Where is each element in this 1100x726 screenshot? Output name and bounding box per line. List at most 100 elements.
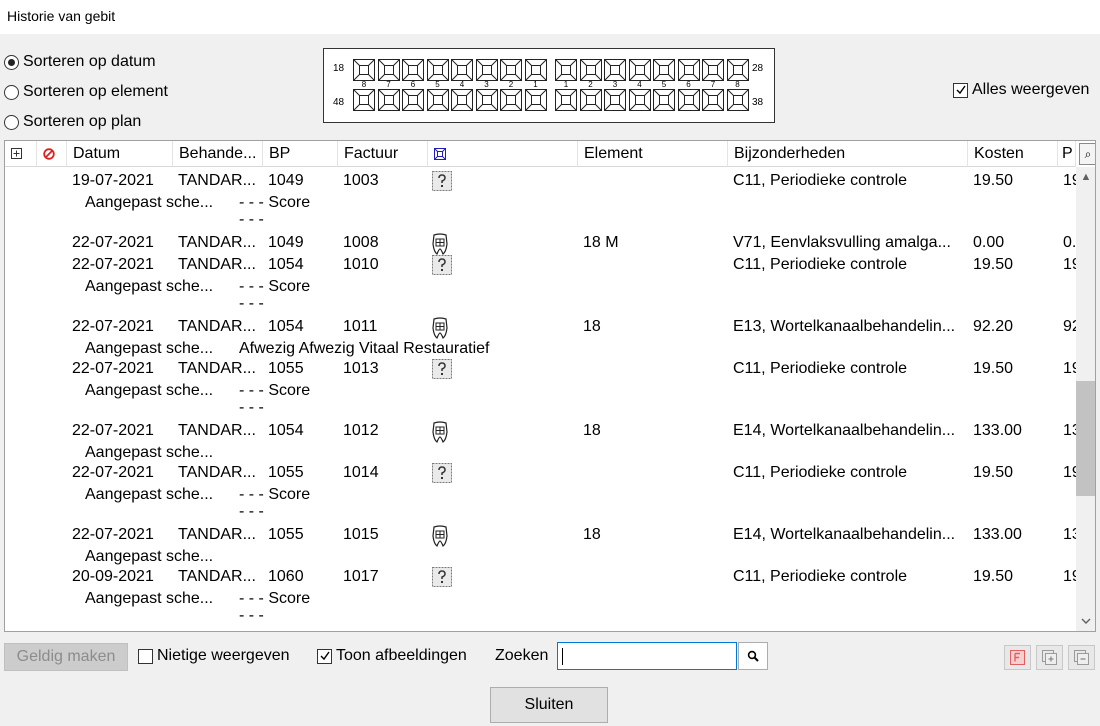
radio-button[interactable]: [4, 84, 19, 100]
tooth-icon[interactable]: [402, 89, 424, 111]
tooth-icon[interactable]: [500, 59, 522, 81]
tooth-icon[interactable]: [579, 89, 602, 111]
cell-status: - - - Score: [239, 382, 311, 399]
cell-status-extra: - - -: [239, 211, 264, 228]
tooth-icon[interactable]: [579, 59, 602, 81]
cell-kosten: 133.00: [973, 526, 1022, 543]
nietige-weergeven-checkbox[interactable]: Nietige weergeven: [138, 647, 290, 665]
tooth-icon[interactable]: [475, 89, 498, 111]
cell-element: 18 M: [583, 234, 619, 251]
sluiten-button[interactable]: Sluiten: [490, 687, 608, 723]
tooth-icon[interactable]: [555, 59, 577, 81]
history-table[interactable]: Datum Behande... BP Factuur Element Bijz…: [4, 140, 1096, 632]
tooth-icon[interactable]: [353, 89, 375, 111]
geldig-maken-button[interactable]: Geldig maken: [4, 643, 128, 671]
alles-weergeven-checkbox[interactable]: Alles weergeven: [953, 81, 1089, 99]
scroll-up-arrow-icon[interactable]: ▲: [1076, 167, 1095, 187]
cell-behandelaar: TANDAR...: [178, 172, 256, 189]
tooth-icon[interactable]: [475, 59, 498, 81]
cell-behandelaar: TANDAR...: [178, 234, 256, 251]
tooth-icon[interactable]: [431, 525, 449, 552]
tooth-icon[interactable]: [677, 89, 700, 111]
tooth-icon[interactable]: [451, 89, 473, 111]
cell-factuur: 1012: [343, 422, 379, 439]
tooth-icon[interactable]: [524, 89, 547, 111]
question-mark-icon[interactable]: [432, 463, 452, 488]
tooth-icon[interactable]: [653, 89, 675, 111]
tooth-icon[interactable]: [604, 89, 626, 111]
tooth-icon[interactable]: [377, 89, 400, 111]
table-header: Datum Behande... BP Factuur Element Bijz…: [5, 141, 1076, 167]
tooth-icon[interactable]: [702, 59, 724, 81]
tooth-number: 3: [484, 80, 489, 89]
toon-afbeeldingen-checkbox[interactable]: Toon afbeeldingen: [317, 647, 467, 665]
cell-status-extra: - - -: [239, 399, 264, 416]
tooth-icon[interactable]: [628, 59, 651, 81]
tooth-icon[interactable]: [353, 59, 375, 81]
question-mark-icon[interactable]: [432, 171, 452, 196]
tooth-icon[interactable]: [500, 89, 522, 111]
tooth-icon[interactable]: [451, 59, 473, 81]
cell-bp: 1055: [268, 526, 304, 543]
column-header-factuur[interactable]: Factuur: [338, 141, 428, 167]
question-mark-icon[interactable]: [432, 359, 452, 384]
column-header-behandelaar[interactable]: Behande...: [173, 141, 263, 167]
question-mark-icon[interactable]: [432, 255, 452, 280]
checkbox[interactable]: [317, 648, 332, 664]
column-header-afbeelding[interactable]: [428, 141, 578, 167]
checkbox[interactable]: [138, 648, 153, 664]
dental-chart[interactable]: 18 28 48 38 8 7 6 5 4 3 2 1 1 2 3 4 5 6 7 8: [323, 48, 775, 123]
cell-factuur: 1008: [343, 234, 379, 251]
cell-behandelplan: Aangepast sche...: [85, 340, 214, 357]
cell-status-extra: - - -: [239, 607, 264, 624]
search-button[interactable]: [738, 642, 768, 670]
cell-status: Afwezig Afwezig Vitaal Restauratief: [239, 340, 490, 357]
expand-icon[interactable]: [11, 148, 22, 159]
column-header-kosten[interactable]: Kosten: [968, 141, 1058, 167]
radio-button[interactable]: [4, 54, 19, 70]
cell-kosten: 0.00: [973, 234, 1005, 251]
column-header-p[interactable]: P: [1058, 141, 1076, 167]
sort-by-element-option[interactable]: Sorteren op element: [4, 81, 168, 103]
remove-item-button[interactable]: [1068, 645, 1095, 670]
tooth-icon[interactable]: [653, 59, 675, 81]
tooth-icon[interactable]: [377, 59, 400, 81]
tooth-icon[interactable]: [426, 89, 449, 111]
tooth-number: 1: [533, 80, 538, 89]
sort-by-date-option[interactable]: Sorteren op datum: [4, 51, 156, 73]
question-mark-icon[interactable]: [432, 567, 452, 592]
tooth-icon[interactable]: [702, 89, 724, 111]
tooth-number: 2: [588, 80, 593, 89]
invalid-column-header[interactable]: [37, 141, 67, 167]
scrollbar-thumb[interactable]: [1076, 381, 1095, 496]
add-item-button[interactable]: [1036, 645, 1063, 670]
tooth-icon[interactable]: [604, 59, 626, 81]
column-header-bp[interactable]: BP: [263, 141, 338, 167]
tooth-icon[interactable]: [628, 89, 651, 111]
tooth-icon[interactable]: [402, 59, 424, 81]
cell-kosten: 19.50: [973, 464, 1014, 481]
tooth-icon[interactable]: [426, 59, 449, 81]
tooth-icon[interactable]: [524, 59, 547, 81]
sort-by-plan-option[interactable]: Sorteren op plan: [4, 111, 141, 133]
tooth-icon[interactable]: [555, 89, 577, 111]
tooth-number: 4: [637, 80, 642, 89]
vertical-scrollbar[interactable]: ▲: [1076, 167, 1095, 631]
tooth-icon[interactable]: [431, 421, 449, 448]
column-chooser-button[interactable]: ⌕: [1079, 143, 1095, 165]
tooth-icon[interactable]: [726, 89, 749, 111]
column-header-element[interactable]: Element: [578, 141, 728, 167]
filter-button[interactable]: [1004, 645, 1031, 670]
column-header-datum[interactable]: Datum: [67, 141, 173, 167]
cell-kosten: 19.50: [973, 360, 1014, 377]
zoeken-label: Zoeken: [495, 647, 549, 664]
radio-button[interactable]: [4, 114, 19, 130]
cell-p: 19: [1063, 464, 1076, 481]
expand-all-header[interactable]: [5, 141, 37, 167]
column-header-bijzonderheden[interactable]: Bijzonderheden: [728, 141, 968, 167]
checkbox[interactable]: [953, 82, 968, 98]
scroll-down-arrow-icon[interactable]: [1076, 611, 1095, 631]
search-input[interactable]: [557, 642, 737, 670]
tooth-icon[interactable]: [726, 59, 749, 81]
tooth-icon[interactable]: [677, 59, 700, 81]
